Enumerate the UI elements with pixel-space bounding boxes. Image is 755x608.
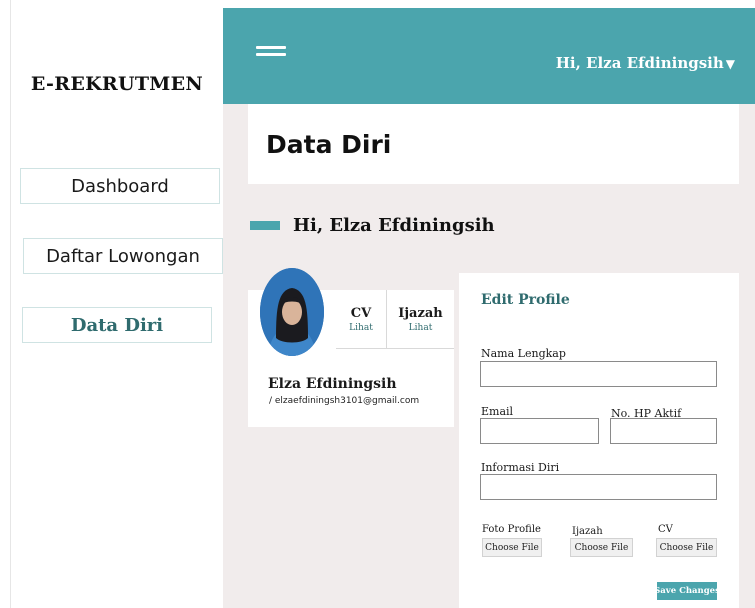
- page-title-card: Data Diri: [248, 104, 739, 184]
- sidebar: E-REKRUTMEN Dashboard Daftar Lowongan Da…: [11, 0, 223, 608]
- foto-profile-choose-file-button[interactable]: Choose File: [482, 538, 542, 557]
- informasi-diri-input[interactable]: [480, 474, 717, 500]
- cv-upload-label: CV: [658, 524, 673, 535]
- user-greeting: Hi, Elza Efdiningsih: [555, 54, 724, 72]
- profile-name: Elza Efdiningsih: [268, 376, 397, 392]
- foto-profile-label: Foto Profile: [482, 524, 541, 535]
- user-menu[interactable]: Hi, Elza Efdiningsih ▼: [556, 54, 735, 72]
- cv-choose-file-button[interactable]: Choose File: [656, 538, 717, 557]
- main-content: Hi, Elza Efdiningsih ▼ Data Diri Hi, Elza…: [223, 8, 755, 608]
- cv-document: CV Lihat: [336, 290, 386, 348]
- informasi-diri-label: Informasi Diri: [481, 461, 560, 474]
- greeting-heading: Hi, Elza Efdiningsih: [293, 215, 495, 236]
- cv-label: CV: [350, 305, 372, 321]
- profile-email: / elzaefdiningsh3101@gmail.com: [269, 396, 420, 406]
- nama-lengkap-input[interactable]: [480, 361, 717, 387]
- page-title: Data Diri: [266, 130, 392, 159]
- brand-title: E-REKRUTMEN: [30, 73, 204, 95]
- no-hp-input[interactable]: [610, 418, 717, 444]
- greeting-row: Hi, Elza Efdiningsih: [250, 215, 495, 236]
- ijazah-choose-file-button[interactable]: Choose File: [570, 538, 633, 557]
- nama-lengkap-label: Nama Lengkap: [481, 347, 566, 360]
- ijazah-label: Ijazah: [398, 305, 443, 321]
- profile-card: CV Lihat Ijazah Lihat Elza Efdiningsih /…: [248, 268, 454, 427]
- top-bar: Hi, Elza Efdiningsih ▼: [223, 8, 755, 104]
- sidebar-item-daftar-lowongan[interactable]: Daftar Lowongan: [23, 238, 223, 274]
- ijazah-upload-label: Ijazah: [572, 526, 603, 537]
- save-changes-button[interactable]: Save Changes: [654, 582, 720, 600]
- avatar: [260, 268, 324, 356]
- hamburger-menu-icon[interactable]: [256, 46, 286, 60]
- email-label: Email: [481, 405, 514, 418]
- ijazah-document: Ijazah Lihat: [386, 290, 454, 348]
- divider: [336, 348, 454, 349]
- caret-down-icon: ▼: [725, 57, 735, 71]
- sidebar-item-dashboard[interactable]: Dashboard: [20, 168, 220, 204]
- cv-view-link[interactable]: Lihat: [349, 323, 373, 333]
- edit-profile-card: Edit Profile Nama Lengkap Email No. HP A…: [459, 273, 739, 608]
- sidebar-item-data-diri[interactable]: Data Diri: [22, 307, 212, 343]
- accent-bar: [250, 221, 280, 230]
- edit-profile-title: Edit Profile: [481, 292, 570, 308]
- email-input[interactable]: [480, 418, 599, 444]
- ijazah-view-link[interactable]: Lihat: [409, 323, 433, 333]
